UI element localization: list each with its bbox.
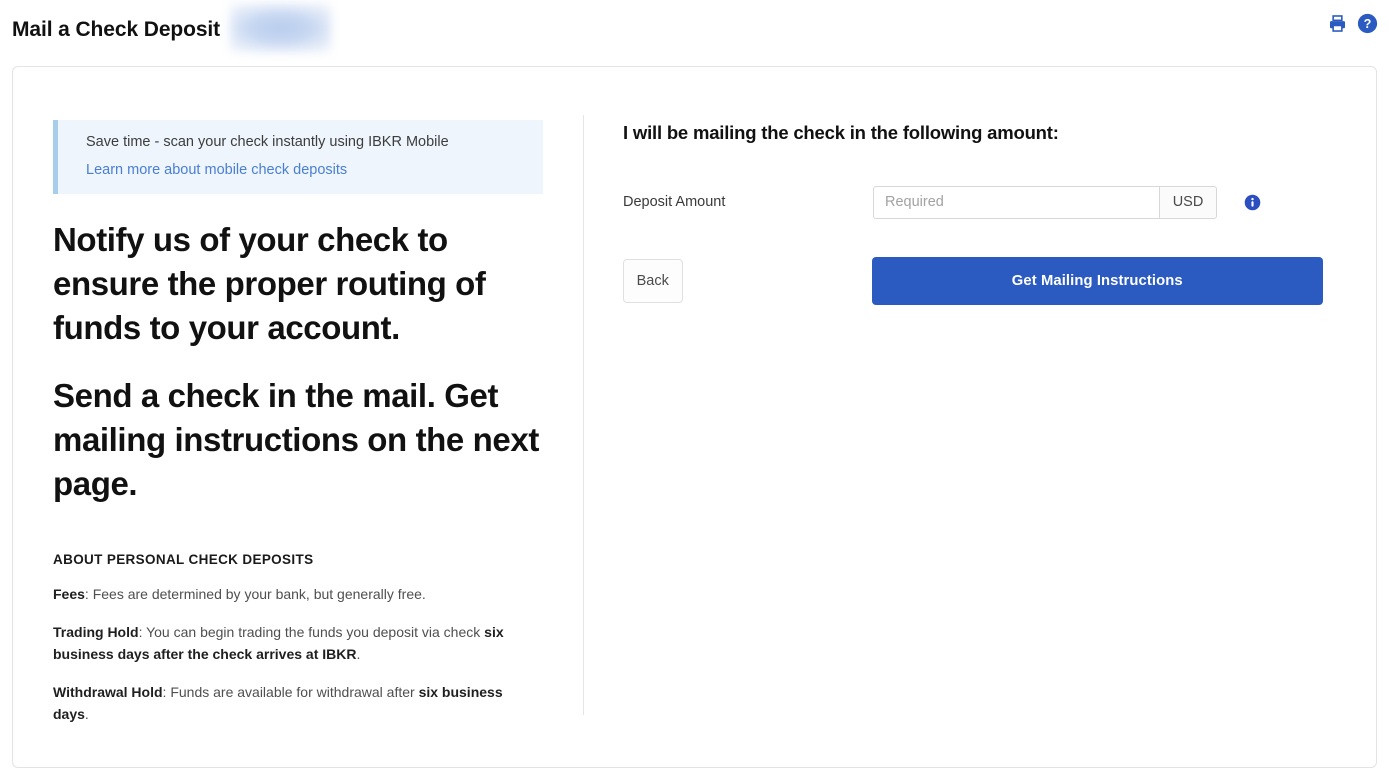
about-item-trading-hold: Trading Hold: You can begin trading the … — [53, 621, 539, 665]
about-section-title: ABOUT PERSONAL CHECK DEPOSITS — [53, 552, 314, 567]
about-item-withdrawal-hold: Withdrawal Hold: Funds are available for… — [53, 681, 539, 725]
learn-more-link[interactable]: Learn more about mobile check deposits — [86, 161, 347, 180]
about-item-term: Trading Hold — [53, 624, 139, 640]
page-title: Mail a Check Deposit — [12, 18, 221, 41]
about-item-fees: Fees: Fees are determined by your bank, … — [53, 583, 539, 605]
get-mailing-instructions-button[interactable]: Get Mailing Instructions — [871, 257, 1323, 305]
headline-primary: Notify us of your check to ensure the pr… — [53, 221, 486, 346]
about-item-separator: : — [84, 586, 93, 602]
column-divider — [583, 115, 584, 715]
redacted-account-badge — [230, 4, 332, 52]
about-item-text: You can begin trading the funds you depo… — [146, 624, 485, 640]
mobile-deposit-notice: Save time - scan your check instantly us… — [53, 120, 543, 194]
about-item-separator: : — [138, 624, 147, 640]
form-heading: I will be mailing the check in the follo… — [623, 122, 1059, 143]
back-button[interactable]: Back — [623, 259, 683, 303]
form-button-row: Back Get Mailing Instructions — [623, 257, 1323, 305]
deposit-amount-input-group: USD — [873, 185, 1217, 219]
deposit-amount-label: Deposit Amount — [623, 194, 726, 210]
help-question-icon[interactable]: ? — [1357, 13, 1378, 34]
info-circle-icon[interactable] — [1244, 194, 1261, 211]
deposit-amount-row: Deposit Amount USD — [623, 185, 1323, 219]
svg-text:?: ? — [1364, 17, 1372, 31]
about-item-term: Withdrawal Hold — [53, 684, 163, 700]
deposit-amount-input[interactable] — [873, 185, 1159, 219]
page-header: Mail a Check Deposit ? — [0, 0, 1389, 52]
currency-suffix: USD — [1159, 185, 1217, 219]
about-item-tail: . — [84, 706, 89, 722]
about-item-text: Funds are available for withdrawal after — [170, 684, 419, 700]
notice-text: Save time - scan your check instantly us… — [86, 134, 449, 150]
about-item-text: Fees are determined by your bank, but ge… — [92, 586, 426, 602]
headline-secondary: Send a check in the mail. Get mailing in… — [53, 377, 539, 502]
header-action-icons: ? — [1327, 13, 1378, 34]
content-card: Save time - scan your check instantly us… — [12, 66, 1377, 768]
printer-icon[interactable] — [1327, 13, 1348, 34]
left-information-column: Save time - scan your check instantly us… — [53, 120, 553, 725]
about-item-tail: . — [356, 646, 361, 662]
header-title-group: Mail a Check Deposit — [12, 4, 332, 52]
right-form-column: I will be mailing the check in the follo… — [623, 120, 1323, 305]
about-item-term: Fees — [53, 586, 85, 602]
